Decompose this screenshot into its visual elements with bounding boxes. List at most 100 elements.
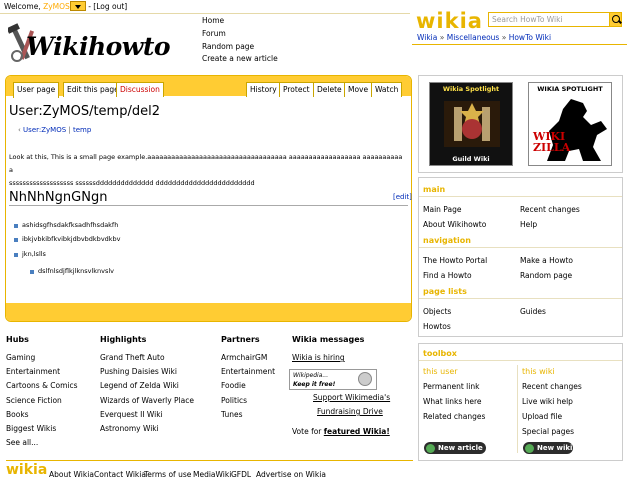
partner-link[interactable]: Entertainment <box>221 367 275 376</box>
search-input[interactable]: Search HowTo Wiki <box>488 12 610 27</box>
highlight-link[interactable]: Everquest II Wiki <box>100 410 163 419</box>
hubs-heading: Hubs <box>6 335 29 344</box>
top-divider <box>0 13 410 14</box>
nav-random-page-side[interactable]: Random page <box>520 271 572 280</box>
hub-link[interactable]: Books <box>6 410 29 419</box>
top-navigation: Home Forum Random page Create a new arti… <box>202 15 278 66</box>
footer-mediawiki-link[interactable]: MediaWiki <box>193 470 231 479</box>
site-logo[interactable]: Wikihowto <box>8 22 198 66</box>
hub-link[interactable]: See all... <box>6 438 38 447</box>
partner-link[interactable]: Foodie <box>221 381 246 390</box>
tab-watch[interactable]: Watch <box>371 82 403 97</box>
column-divider <box>517 365 518 453</box>
globe-icon <box>358 372 372 386</box>
hub-link[interactable]: Entertainment <box>6 367 60 376</box>
navigation-heading: navigation <box>423 236 471 245</box>
tab-history[interactable]: History <box>246 82 281 97</box>
welcome-text: Welcome, <box>4 2 41 11</box>
hub-link[interactable]: Cartoons & Comics <box>6 381 78 390</box>
tab-move[interactable]: Move <box>344 82 373 97</box>
nav-forum[interactable]: Forum <box>202 28 278 41</box>
main-heading: main <box>423 185 446 194</box>
this-user-heading: this user <box>423 367 458 376</box>
nav-home[interactable]: Home <box>202 15 278 28</box>
highlight-link[interactable]: Wizards of Waverly Place <box>100 396 194 405</box>
section-divider <box>419 298 622 299</box>
footer-about-link[interactable]: About Wikia <box>49 470 94 479</box>
bullet-icon <box>14 238 18 242</box>
wikia-hiring-link[interactable]: Wikia is hiring <box>292 353 345 362</box>
partner-link[interactable]: Politics <box>221 396 247 405</box>
tab-discussion[interactable]: Discussion <box>116 82 164 97</box>
permanent-link[interactable]: Permanent link <box>423 382 479 391</box>
highlight-link[interactable]: Legend of Zelda Wiki <box>100 381 179 390</box>
hub-link[interactable]: Science Fiction <box>6 396 62 405</box>
special-pages-link[interactable]: Special pages <box>522 427 574 436</box>
header-divider <box>412 44 627 45</box>
section-edit-link[interactable]: [edit] <box>393 193 412 201</box>
breadcrumb-howto-wiki[interactable]: HowTo Wiki <box>509 33 551 42</box>
hub-link[interactable]: Biggest Wikis <box>6 424 56 433</box>
plus-circle-icon <box>426 444 435 453</box>
paragraph-line: Look at this, This is a small page examp… <box>9 153 403 174</box>
username-link[interactable]: ZyMOS <box>43 2 70 11</box>
nav-recent-changes[interactable]: Recent changes <box>520 205 580 214</box>
wikia-logo[interactable]: wikia <box>416 9 483 33</box>
related-changes-link[interactable]: Related changes <box>423 412 485 421</box>
highlight-link[interactable]: Pushing Daisies Wiki <box>100 367 177 376</box>
spotlight-wikizilla[interactable]: WIKIA SPOTLIGHT WIKI ZILLA <box>528 82 612 166</box>
list-item: jkn,lslls <box>22 250 46 258</box>
live-wiki-help-link[interactable]: Live wiki help <box>522 397 573 406</box>
nav-howto-portal[interactable]: The Howto Portal <box>423 256 487 265</box>
footer-terms-link[interactable]: Terms of use <box>144 470 191 479</box>
user-bar: Welcome, ZyMOS - [Log out] <box>4 1 128 11</box>
recent-changes-link[interactable]: Recent changes <box>522 382 582 391</box>
support-wikimedia-link[interactable]: Support Wikimedia's <box>313 393 390 402</box>
nav-make-howto[interactable]: Make a Howto <box>520 256 573 265</box>
highlight-link[interactable]: Grand Theft Auto <box>100 353 165 362</box>
nav-about[interactable]: About Wikihowto <box>423 220 486 229</box>
spotlight-guildwiki[interactable]: Wikia Spotlight Guild Wiki <box>429 82 513 166</box>
article-paragraph: Look at this, This is a small page examp… <box>9 151 404 190</box>
subpage-temp-link[interactable]: temp <box>73 126 91 134</box>
tab-user-page[interactable]: User page <box>13 82 60 98</box>
wikia-footer-logo[interactable]: wikia <box>6 462 47 478</box>
subpage-separator: | <box>68 126 71 134</box>
user-menu-dropdown-icon[interactable] <box>69 1 86 11</box>
spotlight-title: Wikia Spotlight <box>442 85 500 93</box>
new-wiki-button[interactable]: New wiki <box>523 442 573 454</box>
nav-objects[interactable]: Objects <box>423 307 451 316</box>
vote-text: Vote for featured Wikia! <box>292 427 390 436</box>
upload-file-link[interactable]: Upload file <box>522 412 562 421</box>
what-links-here-link[interactable]: What links here <box>423 397 482 406</box>
breadcrumb-wikia[interactable]: Wikia <box>417 33 437 42</box>
nav-howtos[interactable]: Howtos <box>423 322 451 331</box>
partner-link[interactable]: ArmchairGM <box>221 353 267 362</box>
footer-contact-link[interactable]: Contact Wikia <box>94 470 146 479</box>
highlight-link[interactable]: Astronomy Wiki <box>100 424 159 433</box>
nav-help[interactable]: Help <box>520 220 537 229</box>
logout-link[interactable]: [Log out] <box>93 2 127 11</box>
partner-link[interactable]: Tunes <box>221 410 242 419</box>
list-item: ibkjvbkibfkvibkjdbvbdkbvdkbv <box>22 235 121 243</box>
hub-link[interactable]: Gaming <box>6 353 35 362</box>
search-icon[interactable] <box>609 12 622 27</box>
tab-protect[interactable]: Protect <box>279 82 314 97</box>
nav-main-page[interactable]: Main Page <box>423 205 461 214</box>
subpage-links: ‹ User:ZyMOS | temp <box>18 126 91 134</box>
nav-random-page[interactable]: Random page <box>202 41 278 54</box>
footer-gfdl-link[interactable]: GFDL <box>231 470 251 479</box>
subpage-user-link[interactable]: User:ZyMOS <box>23 126 66 134</box>
nav-create-article[interactable]: Create a new article <box>202 53 278 66</box>
fundraising-link[interactable]: Fundraising Drive <box>317 407 383 416</box>
sub-list-item: dslfnlsdjflkjlknsvlknvslv <box>38 267 115 275</box>
featured-wikia-link[interactable]: featured Wikia! <box>324 427 390 436</box>
nav-find-howto[interactable]: Find a Howto <box>423 271 472 280</box>
nav-guides[interactable]: Guides <box>520 307 546 316</box>
tab-edit-this-page[interactable]: Edit this page <box>63 82 123 97</box>
section-divider <box>419 360 622 361</box>
new-article-button[interactable]: New article <box>424 442 486 454</box>
tab-delete[interactable]: Delete <box>313 82 346 97</box>
breadcrumb-miscellaneous[interactable]: Miscellaneous <box>447 33 500 42</box>
footer-advertise-link[interactable]: Advertise on Wikia <box>256 470 326 479</box>
